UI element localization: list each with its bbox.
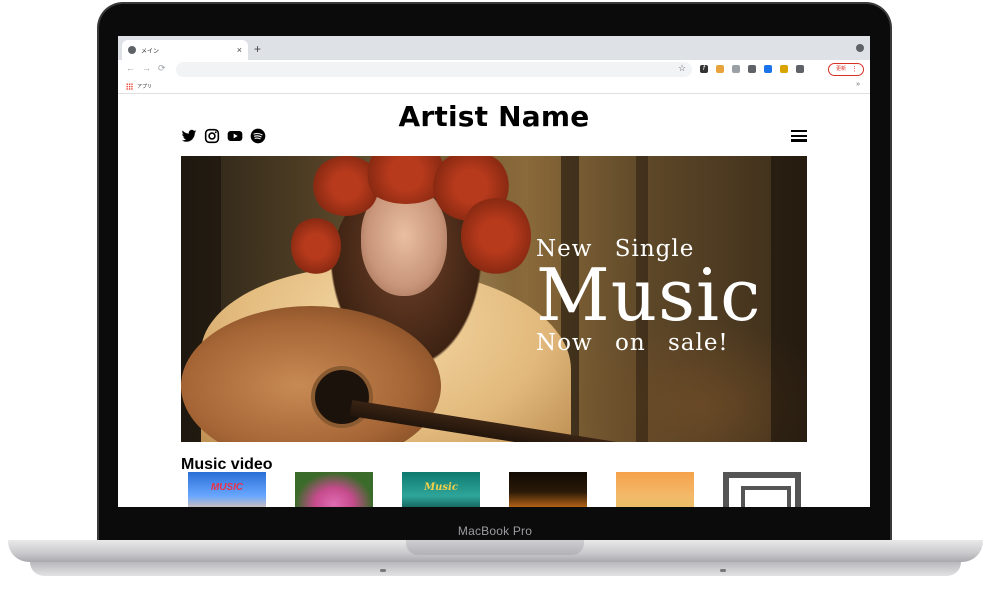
close-tab-icon[interactable]: × <box>237 45 242 55</box>
laptop-base-lip <box>30 562 961 576</box>
update-label: 更新 <box>836 66 847 72</box>
apps-grid-icon[interactable] <box>126 83 133 90</box>
thumbnail-label: Music <box>424 482 458 493</box>
browser-toolbar: ← → ⟳ ☆ f 更新 ⋮ <box>118 60 870 79</box>
laptop-foot <box>720 569 726 572</box>
hero-title: Music <box>536 253 762 337</box>
spotify-icon[interactable] <box>250 128 266 144</box>
address-bar[interactable] <box>176 62 692 77</box>
globe-icon <box>128 46 136 54</box>
tab-search-icon[interactable] <box>856 44 864 52</box>
hamburger-menu-icon[interactable] <box>791 128 807 144</box>
new-tab-button[interactable]: + <box>254 42 261 56</box>
bookmarks-bar: アプリ » <box>118 79 870 94</box>
extension-icon[interactable]: f <box>700 65 708 73</box>
device-label: MacBook Pro <box>457 524 533 538</box>
thumbnail-label: MUSIC <box>210 482 244 493</box>
tab-title: メイン <box>141 48 160 55</box>
reload-icon[interactable]: ⟳ <box>158 63 166 74</box>
bookmark-apps[interactable]: アプリ <box>137 83 152 90</box>
web-page: Artist Name New Single Music Now on sale… <box>118 94 870 507</box>
hero-tagline: Now on sale! <box>536 330 729 356</box>
menu-icon: ⋮ <box>851 66 858 73</box>
laptop-notch <box>406 540 584 555</box>
extension-icon[interactable] <box>716 65 724 73</box>
social-links <box>181 128 266 144</box>
video-thumbnail[interactable] <box>295 472 373 507</box>
laptop-foot <box>380 569 386 572</box>
image-placeholder-icon <box>723 472 801 507</box>
hero-text: New Single Music Now on sale! <box>536 236 761 356</box>
extension-icon[interactable] <box>780 65 788 73</box>
eyedropper-icon[interactable] <box>748 65 756 73</box>
youtube-icon[interactable] <box>227 128 243 144</box>
video-thumbnail[interactable]: Music <box>402 472 480 507</box>
download-icon[interactable] <box>764 65 772 73</box>
forward-icon[interactable]: → <box>142 63 151 73</box>
video-thumbnail[interactable] <box>616 472 694 507</box>
browser-tab-strip: メイン × + <box>118 36 870 60</box>
camera-icon[interactable] <box>732 65 740 73</box>
video-thumbnail-placeholder[interactable] <box>723 472 801 507</box>
bookmark-star-icon[interactable]: ☆ <box>678 63 686 74</box>
browser-tab[interactable]: メイン × <box>122 40 248 60</box>
twitter-icon[interactable] <box>181 128 197 144</box>
video-thumbnail[interactable]: MUSIC <box>188 472 266 507</box>
update-button[interactable]: 更新 ⋮ <box>828 63 864 76</box>
puzzle-icon[interactable] <box>796 65 804 73</box>
back-icon[interactable]: ← <box>126 63 135 73</box>
hero-banner[interactable]: New Single Music Now on sale! <box>181 156 807 442</box>
laptop-screen: メイン × + ← → ⟳ ☆ f 更新 ⋮ アプリ » Artist Name <box>118 36 870 507</box>
instagram-icon[interactable] <box>204 128 220 144</box>
bookmarks-overflow-icon[interactable]: » <box>856 81 860 88</box>
video-thumbnail[interactable] <box>509 472 587 507</box>
